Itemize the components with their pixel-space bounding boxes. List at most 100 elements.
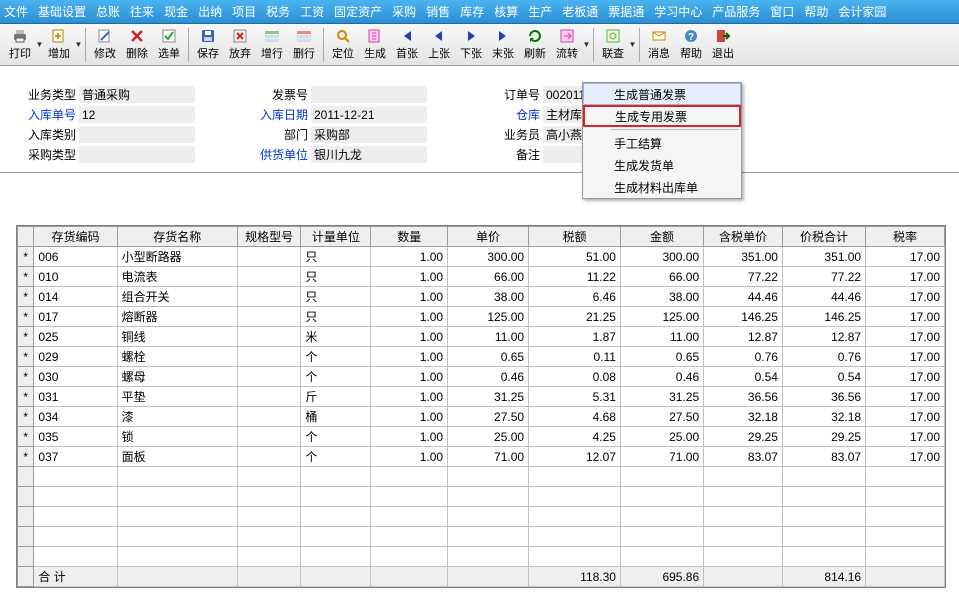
cell[interactable]	[237, 427, 300, 447]
cell[interactable]: 351.00	[704, 247, 783, 267]
menu-基础设置[interactable]: 基础设置	[38, 3, 86, 20]
menu-总账[interactable]: 总账	[96, 3, 120, 20]
cell[interactable]: 71.00	[448, 447, 529, 467]
cell[interactable]: 17.00	[866, 387, 945, 407]
cell[interactable]: 0.65	[620, 347, 703, 367]
col-数量[interactable]: 数量	[371, 227, 448, 247]
cell[interactable]: 0.54	[704, 367, 783, 387]
cell[interactable]: 300.00	[620, 247, 703, 267]
cell[interactable]: 只	[301, 287, 371, 307]
menuitem-生成专用发票[interactable]: 生成专用发票	[583, 105, 741, 127]
cell[interactable]: 351.00	[782, 247, 865, 267]
cell[interactable]: 桶	[301, 407, 371, 427]
cell[interactable]: 1.00	[371, 427, 448, 447]
cell[interactable]: 32.18	[782, 407, 865, 427]
cell[interactable]: 1.00	[371, 267, 448, 287]
menu-核算[interactable]: 核算	[494, 3, 518, 20]
menu-库存[interactable]: 库存	[460, 3, 484, 20]
cell[interactable]: 只	[301, 267, 371, 287]
cell[interactable]: 个	[301, 367, 371, 387]
cell[interactable]: 1.87	[529, 327, 621, 347]
cell[interactable]: 006	[34, 247, 117, 267]
cell[interactable]: 31.25	[448, 387, 529, 407]
cell[interactable]: 锁	[117, 427, 237, 447]
cell[interactable]: 17.00	[866, 447, 945, 467]
menu-生产[interactable]: 生产	[528, 3, 552, 20]
menu-现金[interactable]: 现金	[164, 3, 188, 20]
addrow-button[interactable]: 增行	[256, 26, 288, 64]
table-row[interactable]: *025铜线米1.0011.001.8711.0012.8712.8717.00	[18, 327, 945, 347]
cell[interactable]: 146.25	[704, 307, 783, 327]
cell[interactable]: 1.00	[371, 327, 448, 347]
col-规格型号[interactable]: 规格型号	[237, 227, 300, 247]
menu-采购[interactable]: 采购	[392, 3, 416, 20]
cell[interactable]: 0.76	[704, 347, 783, 367]
menu-工资[interactable]: 工资	[300, 3, 324, 20]
cell[interactable]: 17.00	[866, 427, 945, 447]
field-入库日期[interactable]	[311, 106, 427, 123]
cell[interactable]	[237, 307, 300, 327]
cell[interactable]: 米	[301, 327, 371, 347]
cell[interactable]: 个	[301, 447, 371, 467]
print-dropdown[interactable]: ▼	[36, 40, 43, 49]
field-部门[interactable]	[311, 126, 427, 143]
add-dropdown[interactable]: ▼	[75, 40, 82, 49]
cell[interactable]: 44.46	[704, 287, 783, 307]
cell[interactable]	[237, 387, 300, 407]
cell[interactable]: 5.31	[529, 387, 621, 407]
exit-button[interactable]: 退出	[707, 26, 739, 64]
cell[interactable]: 32.18	[704, 407, 783, 427]
col-单价[interactable]: 单价	[448, 227, 529, 247]
cell[interactable]: 螺母	[117, 367, 237, 387]
print-button[interactable]: 打印	[4, 26, 36, 64]
col-价税合计[interactable]: 价税合计	[782, 227, 865, 247]
cell[interactable]: 010	[34, 267, 117, 287]
col-计量单位[interactable]: 计量单位	[301, 227, 371, 247]
cell[interactable]: 11.00	[448, 327, 529, 347]
col-存货编码[interactable]: 存货编码	[34, 227, 117, 247]
cell[interactable]: 025	[34, 327, 117, 347]
menu-票据通[interactable]: 票据通	[608, 3, 644, 20]
cell[interactable]	[237, 407, 300, 427]
cell[interactable]: 1.00	[371, 307, 448, 327]
cell[interactable]: 83.07	[782, 447, 865, 467]
menu-销售[interactable]: 销售	[426, 3, 450, 20]
cell[interactable]: 44.46	[782, 287, 865, 307]
cell[interactable]: 只	[301, 307, 371, 327]
cell[interactable]: 146.25	[782, 307, 865, 327]
cell[interactable]	[237, 447, 300, 467]
cell[interactable]: 36.56	[782, 387, 865, 407]
table-row[interactable]: *029螺栓个1.000.650.110.650.760.7617.00	[18, 347, 945, 367]
cell[interactable]: 27.50	[448, 407, 529, 427]
cell[interactable]: 031	[34, 387, 117, 407]
help-button[interactable]: ?帮助	[675, 26, 707, 64]
cell[interactable]: 4.68	[529, 407, 621, 427]
menu-出纳[interactable]: 出纳	[198, 3, 222, 20]
cell[interactable]: 面板	[117, 447, 237, 467]
cell[interactable]: 029	[34, 347, 117, 367]
cell[interactable]: 个	[301, 427, 371, 447]
cell[interactable]: 1.00	[371, 407, 448, 427]
flow-button[interactable]: 流转	[551, 26, 583, 64]
field-入库单号[interactable]	[79, 106, 195, 123]
cell[interactable]: 平垫	[117, 387, 237, 407]
cell[interactable]: 21.25	[529, 307, 621, 327]
table-row[interactable]: *014组合开关只1.0038.006.4638.0044.4644.4617.…	[18, 287, 945, 307]
cell[interactable]: 17.00	[866, 287, 945, 307]
field-入库类别[interactable]	[79, 126, 195, 143]
abandon-button[interactable]: 放弃	[224, 26, 256, 64]
link-dropdown[interactable]: ▼	[629, 40, 636, 49]
col-存货名称[interactable]: 存货名称	[117, 227, 237, 247]
cell[interactable]: 17.00	[866, 267, 945, 287]
next-button[interactable]: 下张	[455, 26, 487, 64]
select-button[interactable]: 选单	[153, 26, 185, 64]
cell[interactable]: 12.07	[529, 447, 621, 467]
cell[interactable]: 1.00	[371, 447, 448, 467]
table-row[interactable]: *010电流表只1.0066.0011.2266.0077.2277.2217.…	[18, 267, 945, 287]
menuitem-生成材料出库单[interactable]: 生成材料出库单	[583, 176, 741, 198]
menu-产品服务[interactable]: 产品服务	[712, 3, 760, 20]
cell[interactable]: 17.00	[866, 367, 945, 387]
cell[interactable]: 29.25	[782, 427, 865, 447]
menuitem-生成普通发票[interactable]: 生成普通发票	[583, 83, 741, 105]
cell[interactable]: 38.00	[620, 287, 703, 307]
